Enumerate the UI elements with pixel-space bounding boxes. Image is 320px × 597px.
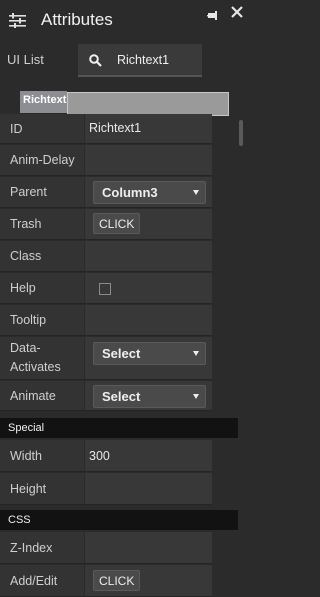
prop-value: Select [84,337,212,379]
prop-label: Width [0,440,84,471]
add-edit-button[interactable]: CLICK [93,570,141,591]
parent-select[interactable]: Column3 [93,181,206,204]
element-name-row: Richtext [20,91,229,116]
prop-label: Tooltip [0,305,84,335]
parent-selected-value: Column3 [102,185,158,200]
data-activates-value: Select [102,346,141,361]
pin-icon[interactable] [207,9,219,23]
sliders-icon [9,13,26,28]
chevron-down-icon [193,190,199,195]
prop-row-width: Width 300 [0,440,212,472]
close-icon[interactable] [230,5,244,19]
prop-row-class: Class [0,241,212,272]
tab-bar: UI List Richtext1 [0,44,246,79]
class-input[interactable] [84,241,212,271]
animate-select[interactable]: Select [93,385,206,408]
scrollbar-thumb[interactable] [239,120,243,146]
prop-label: Data- Activates [0,337,84,379]
prop-row-help: Help [0,273,212,304]
prop-row-tooltip: Tooltip [0,305,212,336]
prop-value: CLICK [84,209,212,239]
anim-delay-input[interactable] [84,145,212,175]
prop-value[interactable]: 300 [84,440,212,471]
prop-value [84,273,212,303]
prop-label: Add/Edit [0,565,84,596]
prop-value: CLICK [84,565,212,596]
chevron-down-icon [193,351,199,356]
prop-row-id: ID Richtext1 [0,114,212,144]
data-activates-select[interactable]: Select [93,342,206,365]
prop-row-data-activates: Data- Activates Select [0,337,212,380]
prop-label: Help [0,273,84,303]
prop-label: Height [0,473,84,504]
z-index-input[interactable] [84,532,212,563]
prop-label: Animate [0,381,84,410]
element-name-input[interactable] [67,92,229,116]
width-value: 300 [89,449,110,463]
element-type-tag: Richtext [20,91,67,113]
prop-label-line: Data- [10,341,41,355]
prop-label: Class [0,241,84,271]
prop-row-trash: Trash CLICK [0,209,212,240]
prop-row-animate: Animate Select [0,381,212,411]
prop-value: Column3 [84,177,212,207]
search-icon [89,54,102,67]
prop-label: Anim-Delay [0,145,84,175]
id-value: Richtext1 [89,121,142,135]
prop-row-anim-delay: Anim-Delay [0,145,212,176]
prop-label: ID [0,114,84,143]
prop-label: Parent [0,177,84,207]
prop-row-z-index: Z-Index [0,532,212,564]
panel-title: Attributes [41,10,113,29]
help-checkbox[interactable] [99,283,111,295]
section-header-css: CSS [0,510,238,530]
prop-value[interactable]: Richtext1 [84,114,212,143]
chevron-down-icon [193,394,199,399]
prop-value: Select [84,381,212,410]
prop-label: Trash [0,209,84,239]
section-header-special: Special [0,418,238,438]
panel-header: Attributes [0,0,246,40]
tab-search[interactable]: Richtext1 [78,44,202,77]
trash-button[interactable]: CLICK [93,213,141,234]
search-value: Richtext1 [117,53,170,67]
prop-row-height: Height [0,473,212,505]
prop-label-line: Activates [10,360,61,374]
tooltip-input[interactable] [84,305,212,335]
height-input[interactable] [84,473,212,504]
prop-row-parent: Parent Column3 [0,177,212,208]
prop-label: Z-Index [0,532,84,563]
prop-row-add-edit: Add/Edit CLICK [0,565,212,597]
animate-value: Select [102,389,141,404]
tab-ui-list[interactable]: UI List [0,44,78,79]
